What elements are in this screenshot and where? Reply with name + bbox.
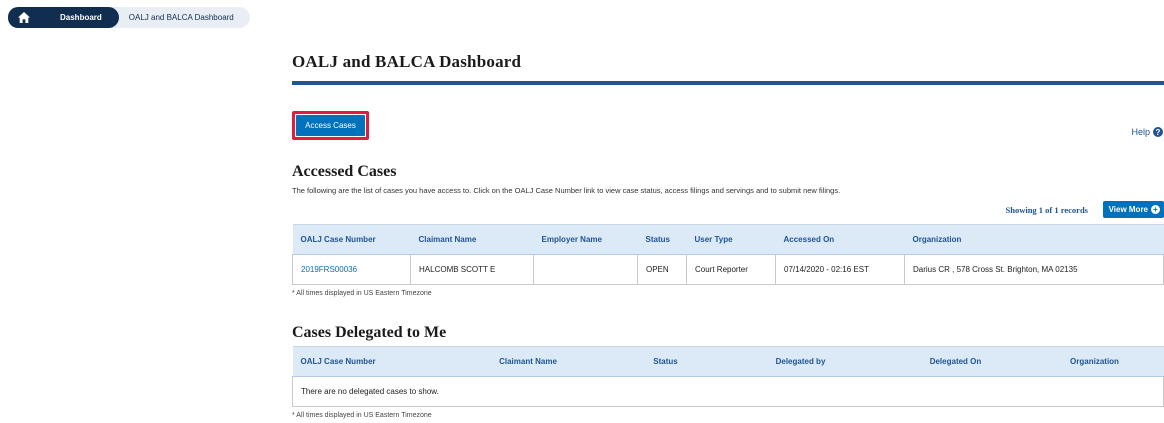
accessed-cases-title: Accessed Cases bbox=[292, 163, 397, 180]
column-header[interactable]: Employer Name bbox=[533, 224, 638, 255]
breadcrumb-home[interactable] bbox=[8, 7, 40, 28]
table-header-row: OALJ Case Number Claimant Name Status De… bbox=[292, 346, 1164, 377]
column-header[interactable]: Accessed On bbox=[775, 224, 905, 255]
column-header[interactable]: Claimant Name bbox=[410, 224, 534, 255]
table-row: 2019FRS00036 HALCOMB SCOTT E OPEN Court … bbox=[292, 254, 1164, 285]
claimant-cell: HALCOMB SCOTT E bbox=[410, 254, 534, 285]
accessed-cases-description: The following are the list of cases you … bbox=[292, 186, 841, 195]
access-cases-highlight: Access Cases bbox=[292, 111, 369, 140]
delegated-cases-table: OALJ Case Number Claimant Name Status De… bbox=[292, 346, 1164, 407]
access-cases-button[interactable]: Access Cases bbox=[296, 115, 365, 136]
help-label: Help bbox=[1131, 127, 1150, 137]
column-header[interactable]: Organization bbox=[1025, 346, 1164, 377]
plus-circle-icon: + bbox=[1151, 205, 1160, 214]
table-header-row: OALJ Case Number Claimant Name Employer … bbox=[292, 224, 1164, 255]
delegated-cases-title: Cases Delegated to Me bbox=[292, 324, 447, 341]
records-count: Showing 1 of 1 records bbox=[1005, 205, 1089, 215]
breadcrumb: Dashboard OALJ and BALCA Dashboard bbox=[8, 7, 250, 28]
accessed-on-cell: 07/14/2020 - 02:16 EST bbox=[775, 254, 905, 285]
column-header[interactable]: OALJ Case Number bbox=[292, 224, 411, 255]
column-header[interactable]: Delegated by bbox=[715, 346, 886, 377]
status-cell: OPEN bbox=[637, 254, 687, 285]
case-number-cell: 2019FRS00036 bbox=[292, 254, 411, 285]
page-title: OALJ and BALCA Dashboard bbox=[292, 52, 522, 71]
column-header[interactable]: Delegated On bbox=[885, 346, 1026, 377]
column-header[interactable]: Organization bbox=[904, 224, 1164, 255]
column-header[interactable]: OALJ Case Number bbox=[292, 346, 441, 377]
help-link[interactable]: Help ? bbox=[1131, 127, 1163, 137]
organization-cell: Darius CR , 578 Cross St. Brighton, MA 0… bbox=[904, 254, 1164, 285]
column-header[interactable]: User Type bbox=[686, 224, 776, 255]
view-more-button[interactable]: View More + bbox=[1102, 201, 1164, 218]
empty-message: There are no delegated cases to show. bbox=[292, 376, 1164, 407]
question-circle-icon: ? bbox=[1153, 127, 1163, 137]
column-header[interactable]: Claimant Name bbox=[440, 346, 616, 377]
employer-cell bbox=[533, 254, 638, 285]
column-header[interactable]: Status bbox=[615, 346, 716, 377]
user-type-cell: Court Reporter bbox=[686, 254, 776, 285]
breadcrumb-current: OALJ and BALCA Dashboard bbox=[106, 7, 250, 28]
accessed-cases-table: OALJ Case Number Claimant Name Employer … bbox=[292, 224, 1164, 285]
breadcrumb-dashboard[interactable]: Dashboard bbox=[38, 7, 119, 28]
view-more-label: View More bbox=[1108, 205, 1148, 214]
table-row: There are no delegated cases to show. bbox=[292, 376, 1164, 407]
timezone-note: * All times displayed in US Eastern Time… bbox=[292, 412, 432, 419]
home-icon bbox=[18, 12, 30, 23]
case-number-link[interactable]: 2019FRS00036 bbox=[301, 265, 357, 274]
column-header[interactable]: Status bbox=[637, 224, 687, 255]
timezone-note: * All times displayed in US Eastern Time… bbox=[292, 290, 432, 297]
title-divider bbox=[292, 81, 1164, 85]
